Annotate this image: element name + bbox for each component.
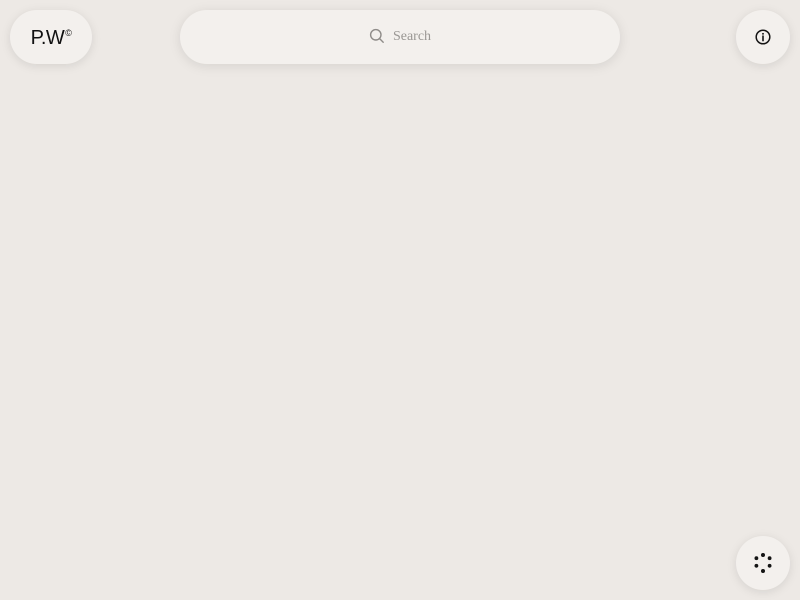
info-button[interactable] xyxy=(736,10,790,64)
search-icon xyxy=(369,28,385,44)
logo-text: P.W© xyxy=(31,28,72,48)
logo-wordmark: P.W xyxy=(30,27,65,49)
search-placeholder: Search xyxy=(392,29,432,44)
info-icon xyxy=(755,29,771,45)
copyright-mark: © xyxy=(65,28,72,38)
logo-button[interactable]: P.W© xyxy=(10,10,92,64)
search-bar[interactable]: Search xyxy=(180,10,620,64)
loader-dots-icon xyxy=(752,552,774,574)
loader-button[interactable] xyxy=(736,536,790,590)
